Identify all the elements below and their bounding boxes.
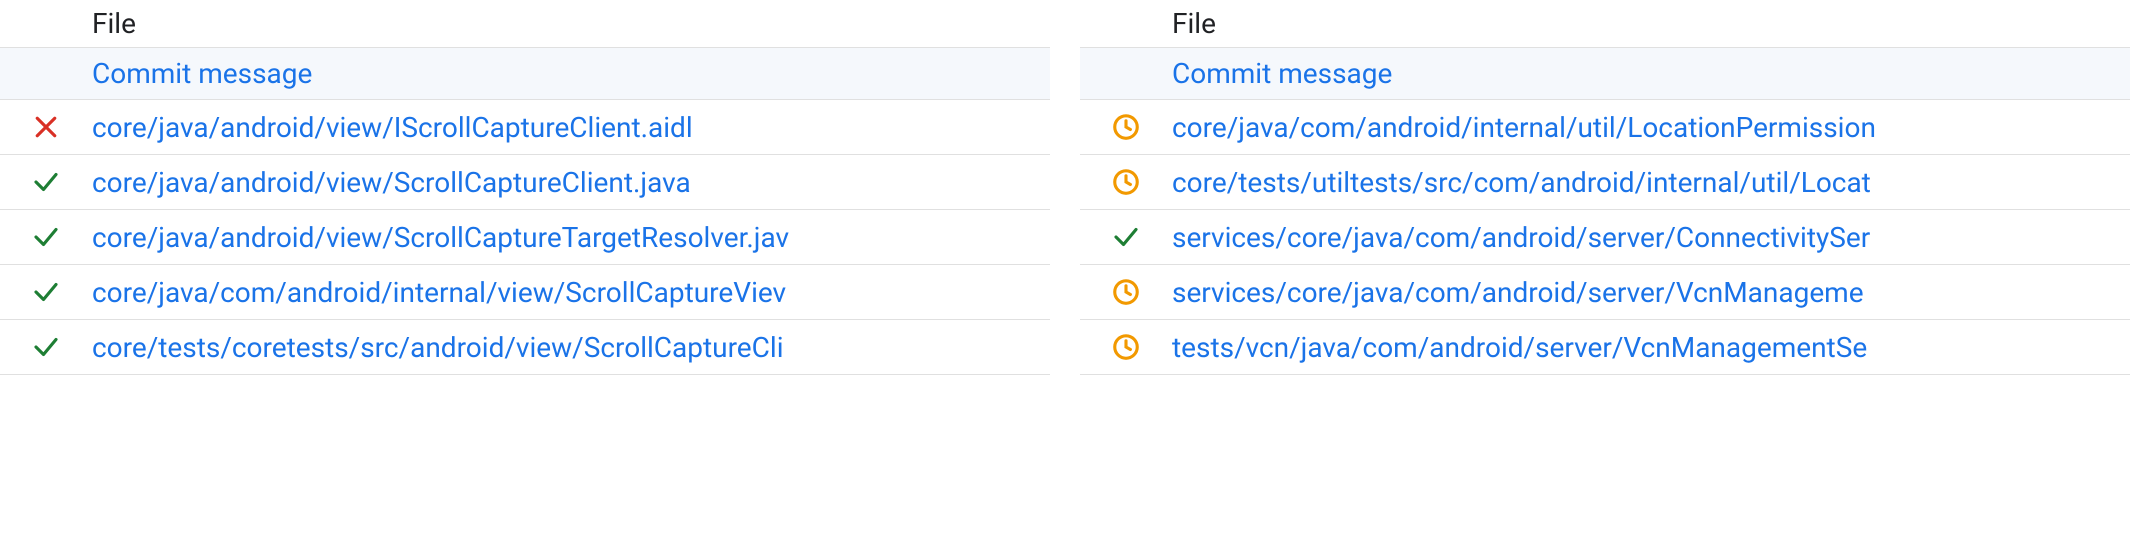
status-pass (0, 332, 92, 362)
file-row: core/java/android/view/IScrollCaptureCli… (0, 100, 1050, 155)
commit-message-row[interactable]: Commit message (1080, 48, 2130, 100)
file-list-panel-right: File Commit message core/java/com/androi… (1080, 0, 2130, 552)
file-header-row: File (1080, 0, 2130, 48)
check-icon (31, 222, 61, 252)
file-row: core/java/android/view/ScrollCaptureClie… (0, 155, 1050, 210)
clock-icon (1111, 277, 1141, 307)
file-list-panel-left: File Commit message core/java/android/vi… (0, 0, 1050, 552)
file-path-link[interactable]: services/core/java/com/android/server/Vc… (1172, 276, 2130, 309)
file-row: core/java/com/android/internal/view/Scro… (0, 265, 1050, 320)
file-path-link[interactable]: core/java/com/android/internal/util/Loca… (1172, 111, 2130, 144)
commit-message-row[interactable]: Commit message (0, 48, 1050, 100)
status-pass (0, 222, 92, 252)
file-column-header[interactable]: File (92, 7, 1050, 40)
file-path-link[interactable]: core/java/android/view/IScrollCaptureCli… (92, 111, 1050, 144)
file-row: core/java/com/android/internal/util/Loca… (1080, 100, 2130, 155)
check-icon (31, 277, 61, 307)
cross-icon (31, 112, 61, 142)
status-pass (0, 277, 92, 307)
check-icon (31, 167, 61, 197)
file-path-link[interactable]: tests/vcn/java/com/android/server/VcnMan… (1172, 331, 2130, 364)
file-path-link[interactable]: core/java/android/view/ScrollCaptureTarg… (92, 221, 1050, 254)
status-pass (0, 167, 92, 197)
file-path-link[interactable]: core/java/android/view/ScrollCaptureClie… (92, 166, 1050, 199)
status-fail (0, 112, 92, 142)
status-pending (1080, 112, 1172, 142)
file-row: core/java/android/view/ScrollCaptureTarg… (0, 210, 1050, 265)
file-row: services/core/java/com/android/server/Co… (1080, 210, 2130, 265)
file-header-row: File (0, 0, 1050, 48)
check-icon (31, 332, 61, 362)
file-path-link[interactable]: core/java/com/android/internal/view/Scro… (92, 276, 1050, 309)
commit-message-link[interactable]: Commit message (1172, 57, 2130, 90)
status-pending (1080, 332, 1172, 362)
file-row: core/tests/utiltests/src/com/android/int… (1080, 155, 2130, 210)
status-pass (1080, 222, 1172, 252)
status-pending (1080, 277, 1172, 307)
file-path-link[interactable]: services/core/java/com/android/server/Co… (1172, 221, 2130, 254)
file-path-link[interactable]: core/tests/coretests/src/android/view/Sc… (92, 331, 1050, 364)
check-icon (1111, 222, 1141, 252)
commit-message-link[interactable]: Commit message (92, 57, 1050, 90)
file-row: tests/vcn/java/com/android/server/VcnMan… (1080, 320, 2130, 375)
file-row: services/core/java/com/android/server/Vc… (1080, 265, 2130, 320)
clock-icon (1111, 112, 1141, 142)
clock-icon (1111, 167, 1141, 197)
file-column-header[interactable]: File (1172, 7, 2130, 40)
file-row: core/tests/coretests/src/android/view/Sc… (0, 320, 1050, 375)
status-pending (1080, 167, 1172, 197)
clock-icon (1111, 332, 1141, 362)
file-path-link[interactable]: core/tests/utiltests/src/com/android/int… (1172, 166, 2130, 199)
